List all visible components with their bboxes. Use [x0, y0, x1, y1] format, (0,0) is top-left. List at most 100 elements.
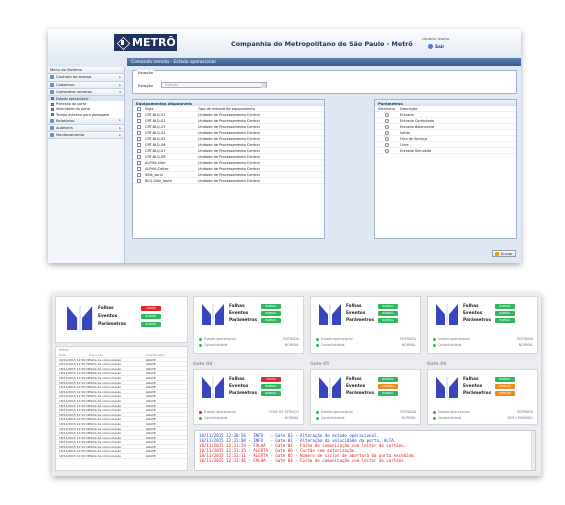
parameter-radio[interactable] [385, 130, 389, 135]
logout-link[interactable]: Sair [435, 44, 444, 49]
sidebar-item-label: Monitoramento [56, 133, 85, 138]
gate-label-falhas: Falhas [463, 304, 479, 309]
connectivity-label: Conectividade [438, 416, 462, 420]
equipment-row[interactable]: BLQ-Sitie_teste Unidade de Processamento … [133, 178, 324, 184]
fault-desc: Falha de comunicação [89, 435, 122, 440]
gate-panel[interactable]: Falhas NORMAL Eventos NORMAL Parâmetros NORMA… [193, 296, 304, 354]
equipment-sigla: CRT-BLQ-04 [145, 130, 166, 135]
parameter-radio[interactable] [385, 148, 389, 153]
gate-label-eventos: Eventos [346, 311, 366, 316]
app-header: METRÔ Companhia do Metropolitano de São … [48, 29, 521, 57]
gate-panel[interactable]: Falhas NORMAL Eventos ATENÇÃO Parâmetros NORM… [310, 369, 421, 425]
row-checkbox[interactable] [137, 148, 141, 153]
row-checkbox[interactable] [137, 172, 141, 177]
equipment-type: Unidade de Processamento Central [198, 178, 260, 183]
gate-divider [446, 377, 448, 398]
row-checkbox[interactable] [137, 112, 141, 117]
row-checkbox[interactable] [137, 166, 141, 171]
status-dot [199, 411, 202, 414]
status-badge: NORMAL [141, 322, 161, 327]
logout-icon[interactable] [428, 44, 433, 49]
fault-class: GRAVE [146, 412, 156, 417]
select-all-checkbox[interactable] [137, 106, 141, 111]
log-scrollbar[interactable] [531, 431, 535, 470]
sidebar-item[interactable]: Cadastros ▸ [48, 81, 124, 89]
fault-desc: Falha de comunicação [89, 403, 122, 408]
gate-status: SEM COMANDO [507, 416, 533, 420]
gate-panel[interactable]: Falhas NORMAL Eventos ATENÇÃO Parâmetros ATEN… [427, 369, 538, 425]
gate-divider [212, 304, 214, 325]
gate-panel[interactable]: Falhas NORMAL Eventos NORMAL Parâmetros NORMA… [310, 296, 421, 354]
sidebar-item[interactable]: Comandos remotos ▾ [48, 88, 124, 97]
page-icon [51, 97, 54, 101]
fault-class: GRAVE [146, 389, 156, 394]
parameter-radio[interactable] [385, 142, 389, 147]
parameter-radio[interactable] [385, 124, 389, 129]
parameter-radio[interactable] [385, 112, 389, 117]
gate-panel[interactable]: Falhas ALERTA Eventos NORMAL Parâmetros NORMA… [193, 369, 304, 425]
row-checkbox[interactable] [137, 124, 141, 129]
status-badge: NORMAL [378, 311, 398, 316]
parameter-label: Saída [400, 130, 410, 135]
send-button[interactable]: Enviar [492, 250, 516, 257]
fault-date: 18/11/2015 11:59:31 [59, 362, 90, 367]
fault-desc: Falha de comunicação [89, 398, 122, 403]
parameter-radio[interactable] [385, 136, 389, 141]
equipment-type: Unidade de Processamento Central [198, 136, 260, 141]
estacao-select[interactable]: Estação [161, 82, 267, 88]
status-badge: ATENÇÃO [495, 384, 515, 389]
row-checkbox[interactable] [137, 154, 141, 159]
gate-mode: ENTRADA [283, 337, 299, 341]
equipment-type: Unidade de Processamento Central [198, 118, 260, 123]
gate-title: Gate 04 [193, 362, 213, 367]
gate-door-right [449, 304, 458, 325]
fault-desc: Falha de comunicação [89, 440, 122, 445]
row-checkbox[interactable] [137, 178, 141, 183]
parameter-label: Entrada Balanceiral [400, 124, 435, 129]
fault-date: 18/11/2015 11:59:31 [59, 444, 90, 449]
connectivity-dot [199, 417, 202, 420]
equipment-type: Unidade de Processamento Central [198, 112, 260, 117]
equipment-type: Unidade de Processamento Central [198, 142, 260, 147]
gate-label-eventos: Eventos [229, 311, 249, 316]
gate-title: Gate 05 [310, 362, 330, 367]
sidebar-item[interactable]: Relatórios ▸ [48, 117, 124, 125]
gate-panel[interactable]: Falhas NORMAL Eventos NORMAL Parâmetros NORMA… [427, 296, 538, 354]
gate-label-eventos: Eventos [463, 384, 483, 389]
row-checkbox[interactable] [137, 136, 141, 141]
fault-date: 18/11/2015 11:59:31 [59, 403, 90, 408]
parameter-radio[interactable] [385, 118, 389, 123]
fault-desc: Falha de comunicação [89, 444, 122, 449]
chevron-down-icon[interactable] [261, 83, 266, 88]
gate-status: NORMAL [518, 343, 533, 347]
fault-date: 18/11/2015 11:59:31 [59, 421, 90, 426]
sidebar-subitem-label: Tempo máximo para passagem [56, 112, 110, 117]
status-badge: ATENÇÃO [378, 384, 398, 389]
parameter-label: Entrada Controlada [400, 118, 435, 123]
fault-desc: Falha de comunicação [89, 362, 122, 367]
row-checkbox[interactable] [137, 160, 141, 165]
gate-label-falhas: Falhas [346, 377, 362, 382]
parameter-row[interactable]: Entrada Simulada [375, 148, 516, 154]
row-checkbox[interactable] [137, 142, 141, 147]
sidebar-item[interactable]: Auditoria ▸ [48, 124, 124, 132]
status-dot [433, 338, 436, 341]
fault-desc: Falha de comunicação [89, 371, 122, 376]
connectivity-dot [316, 344, 319, 347]
sidebar-item[interactable]: Controle de acesso ▸ [48, 74, 124, 82]
chevron-icon: ▸ [119, 82, 121, 87]
sidebar-item[interactable]: Monitoramento ▸ [48, 131, 124, 140]
row-checkbox[interactable] [137, 118, 141, 123]
row-checkbox[interactable] [137, 130, 141, 135]
fault-class: GRAVE [146, 417, 156, 422]
status-badge: NORMAL [378, 391, 398, 396]
page-icon [51, 107, 54, 111]
fault-class: GRAVE [146, 449, 156, 454]
fault-desc: Falha de comunicação [89, 357, 122, 362]
equipment-sigla: ALPHA-Sitie [145, 160, 166, 165]
fault-desc: Falha de comunicação [89, 408, 122, 413]
gate-label-eventos: Eventos [229, 384, 249, 389]
admin-window: METRÔ Companhia do Metropolitano de São … [48, 29, 521, 263]
folder-icon [50, 82, 54, 87]
equipment-type: Unidade de Processamento Central [198, 148, 260, 153]
